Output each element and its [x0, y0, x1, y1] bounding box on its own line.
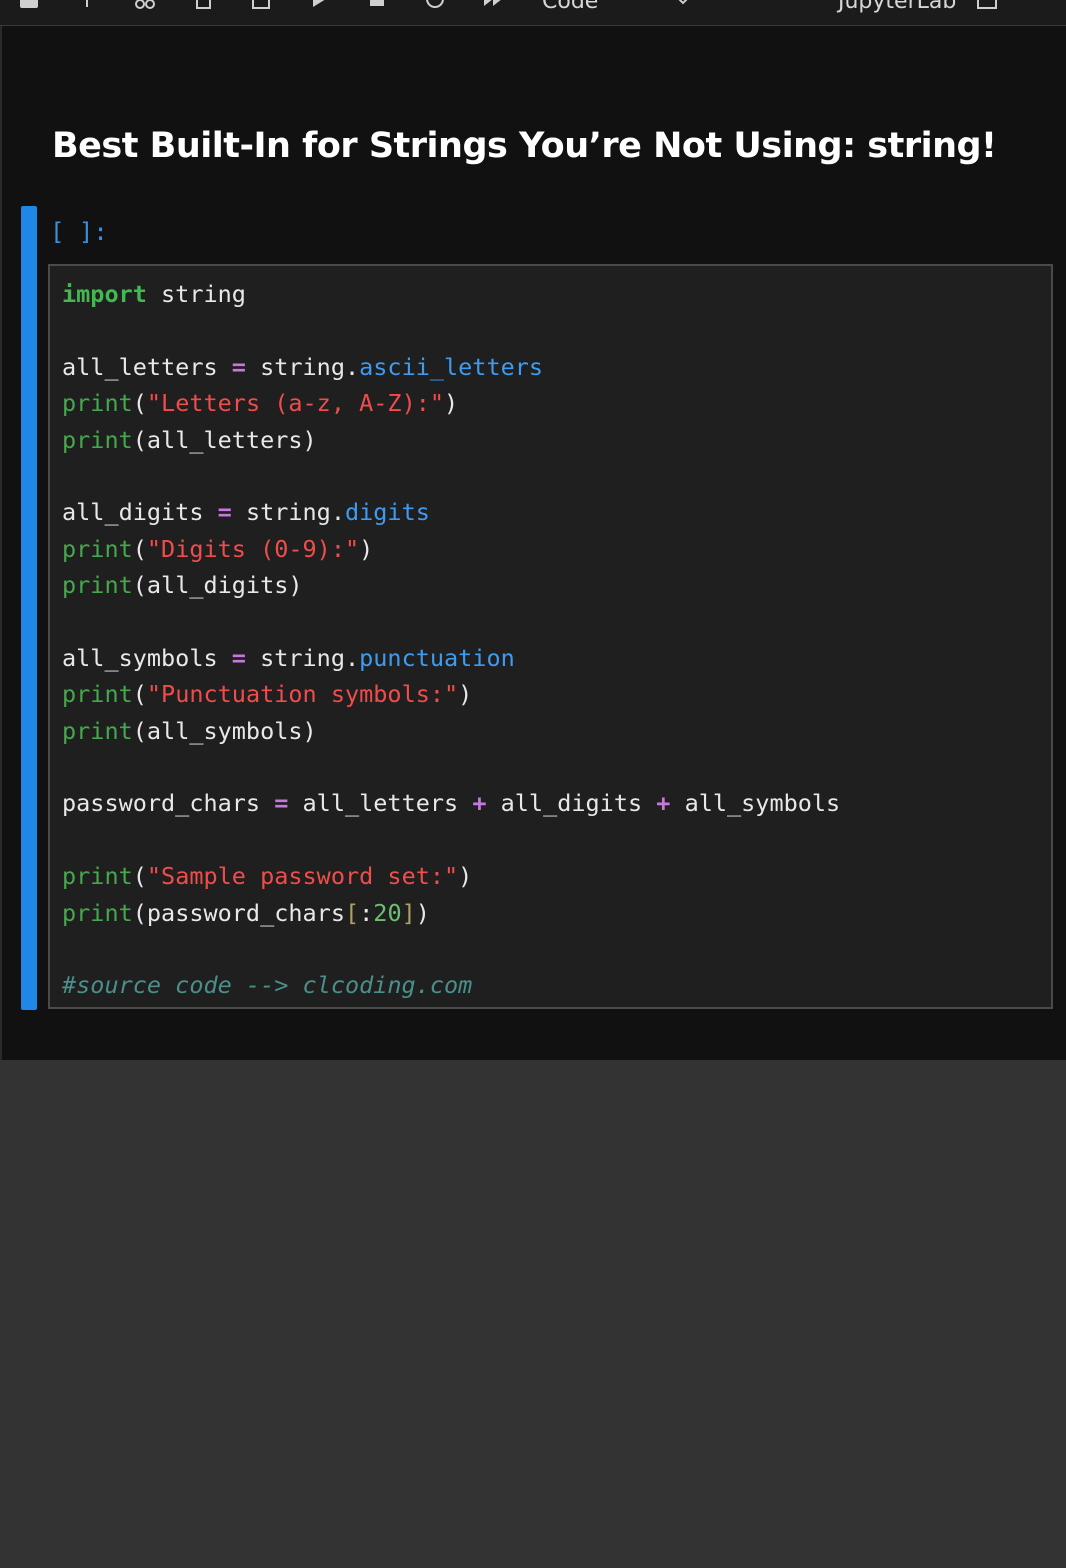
builtin-token: print	[62, 680, 133, 709]
string-token: "Letters (a-z, A-Z):"	[146, 389, 445, 418]
code-line[interactable]: password_chars = all_letters + all_digit…	[62, 785, 840, 821]
code-token: (	[132, 862, 147, 891]
operator-token: =	[231, 352, 246, 381]
operator-token: +	[472, 789, 487, 818]
builtin-token: print	[62, 425, 133, 454]
code-line[interactable]: all_letters = string.ascii_letters	[62, 349, 840, 385]
code-content[interactable]: import string all_letters = string.ascii_…	[62, 276, 840, 1004]
code-token: (all_symbols)	[132, 716, 317, 745]
code-token: all_letters	[62, 352, 232, 381]
fast-forward-icon[interactable]	[482, 0, 504, 10]
code-token: password_chars	[62, 789, 275, 818]
bracket-token: [	[344, 898, 360, 927]
code-token: :	[359, 898, 374, 927]
keyword-token: import	[62, 280, 147, 308]
code-line[interactable]	[62, 312, 840, 348]
code-token: all_symbols	[670, 789, 841, 818]
save-icon[interactable]	[18, 0, 40, 10]
code-line[interactable]: all_digits = string.digits	[62, 494, 840, 530]
code-line[interactable]	[62, 931, 840, 967]
code-token: (all_digits)	[132, 571, 303, 600]
code-token: all_digits	[486, 789, 657, 818]
cut-icon[interactable]	[134, 0, 156, 10]
code-token: string.	[231, 498, 345, 527]
bracket-token: ]	[401, 898, 416, 927]
code-line[interactable]: print(all_digits)	[62, 567, 840, 603]
code-token: (password_chars	[132, 898, 345, 927]
code-token: string.	[245, 643, 360, 672]
builtin-token: print	[62, 898, 133, 927]
code-line[interactable]	[62, 749, 840, 785]
code-line[interactable]	[62, 822, 840, 858]
attribute-token: digits	[344, 498, 430, 527]
builtin-token: print	[62, 862, 133, 891]
code-token: all_digits	[62, 498, 218, 527]
attribute-token: ascii_letters	[359, 352, 544, 381]
string-token: "Punctuation symbols:"	[146, 680, 459, 709]
code-token: (	[132, 534, 147, 563]
operator-token: =	[274, 789, 289, 818]
string-token: "Digits (0-9):"	[146, 534, 360, 563]
code-line[interactable]: print("Letters (a-z, A-Z):")	[62, 385, 840, 421]
code-token: all_letters	[288, 789, 473, 818]
code-line[interactable]: print("Digits (0-9):")	[62, 531, 840, 567]
active-cell-indicator[interactable]	[21, 206, 37, 1010]
code-line[interactable]: import string	[62, 276, 840, 312]
attribute-token: punctuation	[359, 643, 515, 672]
code-line[interactable]: print("Punctuation symbols:")	[62, 676, 840, 712]
builtin-token: print	[62, 571, 133, 600]
code-token: string	[146, 280, 246, 308]
operator-token: =	[217, 498, 232, 527]
code-line[interactable]: all_symbols = string.punctuation	[62, 640, 840, 676]
code-line[interactable]: print("Sample password set:")	[62, 858, 840, 894]
code-line[interactable]	[62, 458, 840, 494]
code-token: string.	[245, 352, 360, 381]
cell-type-select[interactable]: Code	[542, 0, 598, 16]
add-cell-icon[interactable]	[76, 0, 98, 10]
code-line[interactable]: #source code --> clcoding.com	[62, 967, 840, 1003]
chevron-down-icon[interactable]	[672, 0, 694, 10]
code-token: (	[132, 389, 147, 418]
code-editor[interactable]: import string all_letters = string.ascii_…	[48, 264, 1053, 1009]
code-token: )	[415, 898, 430, 927]
code-token: )	[458, 862, 473, 891]
kernel-label[interactable]: JupyterLab	[838, 0, 956, 16]
cell-prompt: [ ]:	[50, 218, 108, 246]
code-line[interactable]	[62, 604, 840, 640]
code-token: )	[444, 389, 459, 418]
number-token: 20	[373, 898, 402, 927]
notebook-toolbar: Code JupyterLab	[0, 0, 1066, 26]
paste-icon[interactable]	[250, 0, 272, 10]
operator-token: +	[656, 789, 671, 818]
kernel-status-icon	[977, 0, 997, 9]
code-line[interactable]: print(password_chars[:20])	[62, 895, 840, 931]
string-token: "Sample password set:"	[146, 862, 459, 891]
code-token: all_symbols	[62, 643, 232, 672]
restart-icon[interactable]	[424, 0, 446, 10]
run-icon[interactable]	[308, 0, 330, 10]
stop-icon[interactable]	[366, 0, 388, 10]
operator-token: =	[231, 643, 246, 672]
builtin-token: print	[62, 534, 133, 563]
code-line[interactable]: print(all_symbols)	[62, 713, 840, 749]
copy-icon[interactable]	[192, 0, 214, 10]
code-line[interactable]: print(all_letters)	[62, 422, 840, 458]
code-token: (all_letters)	[132, 425, 317, 454]
comment-token: #source code --> clcoding.com	[62, 971, 473, 1000]
markdown-heading: Best Built-In for Strings You’re Not Usi…	[52, 126, 997, 166]
builtin-token: print	[62, 389, 133, 418]
code-token: (	[132, 680, 147, 709]
empty-workspace	[0, 1060, 1066, 1568]
code-token: )	[458, 680, 473, 709]
code-token: )	[359, 534, 374, 563]
builtin-token: print	[62, 716, 133, 745]
